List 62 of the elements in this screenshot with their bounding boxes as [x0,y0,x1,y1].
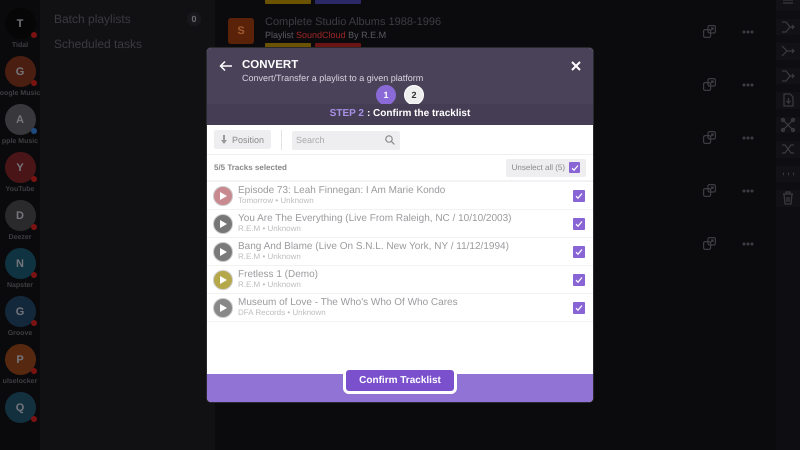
step-number: STEP 2 [330,108,364,119]
service-avatar[interactable]: D [4,200,36,231]
service-avatar[interactable]: G [4,56,36,87]
count-badge: 0 [187,12,201,26]
more-icon[interactable] [742,188,754,192]
track-checkbox[interactable] [573,246,585,258]
cross-icon[interactable] [780,116,796,133]
track-title: Museum of Love - The Who's Who Of Who Cares [238,297,459,308]
search-field[interactable]: Search [292,130,400,150]
search-icon [385,134,396,144]
track-meta: R.E.M • Unknown [238,252,302,262]
track-title: You Are The Everything (Live From Raleigh, NC / 10/10/2003) [238,213,512,224]
playlist-meta: Playlist SoundCloud By R.E.M [265,29,388,41]
track-checkbox[interactable] [573,218,585,230]
more-icon[interactable] [742,136,754,140]
more-icon[interactable] [742,242,754,246]
service-avatar[interactable]: A [4,104,36,135]
service-avatar[interactable]: T [4,8,36,39]
unselect-all-button[interactable]: Unselect all (5) [506,158,586,176]
track-title: Fretless 1 (Demo) [238,269,320,280]
track-cover[interactable] [213,298,233,318]
modal-title: CONVERT [242,59,300,72]
more-icon[interactable] [742,82,754,86]
share-icon[interactable] [703,25,716,38]
confirm-tracklist-button[interactable]: Confirm Tracklist [343,367,457,394]
close-icon[interactable] [571,61,581,71]
selection-count: 5/5 Tracks selected [214,163,287,172]
step-indicator: 2 [404,85,424,105]
track-checkbox[interactable] [573,274,585,286]
track-cover[interactable] [213,270,233,290]
track-meta: Tomorrow • Unknown [238,196,315,206]
merge-icon[interactable] [780,68,796,84]
track-title: Bang And Blame (Live On S.N.L. New York, NY / 11/12/1994) [238,241,510,252]
trash-icon[interactable] [780,190,796,206]
track-cover[interactable] [213,242,233,262]
service-avatar[interactable]: Q [4,392,36,423]
select-all-checkbox[interactable] [569,162,580,173]
track-meta: R.E.M • Unknown [238,280,302,290]
share-icon[interactable] [703,131,716,144]
back-arrow-icon[interactable] [219,60,233,72]
merge-icon[interactable] [780,18,796,35]
track-meta: R.E.M • Unknown [238,224,302,234]
share-icon[interactable] [703,184,716,197]
track-meta: DFA Records • Unknown [238,308,327,318]
modal-subtitle: Convert/Transfer a playlist to a given platform [242,72,424,84]
track-checkbox[interactable] [573,302,585,314]
step-indicator: 1 [376,85,396,105]
more-icon[interactable] [742,30,754,34]
playlist-cover: S [228,18,254,44]
track-title: Episode 73: Leah Finnegan: I Am Marie Kondo [238,185,446,196]
track-cover[interactable] [213,186,233,206]
service-avatar[interactable]: Y [4,152,36,183]
service-avatar[interactable]: P [4,344,36,375]
down-arrow-icon [221,135,227,144]
sort-button[interactable]: Position [214,130,272,149]
track-cover[interactable] [213,214,233,234]
share-icon[interactable] [703,237,716,250]
share-icon[interactable] [703,78,716,91]
service-avatar[interactable]: G [4,296,36,327]
track-checkbox[interactable] [573,190,585,202]
step-title: : Confirm the tracklist [366,108,470,119]
service-avatar[interactable]: N [4,248,36,279]
